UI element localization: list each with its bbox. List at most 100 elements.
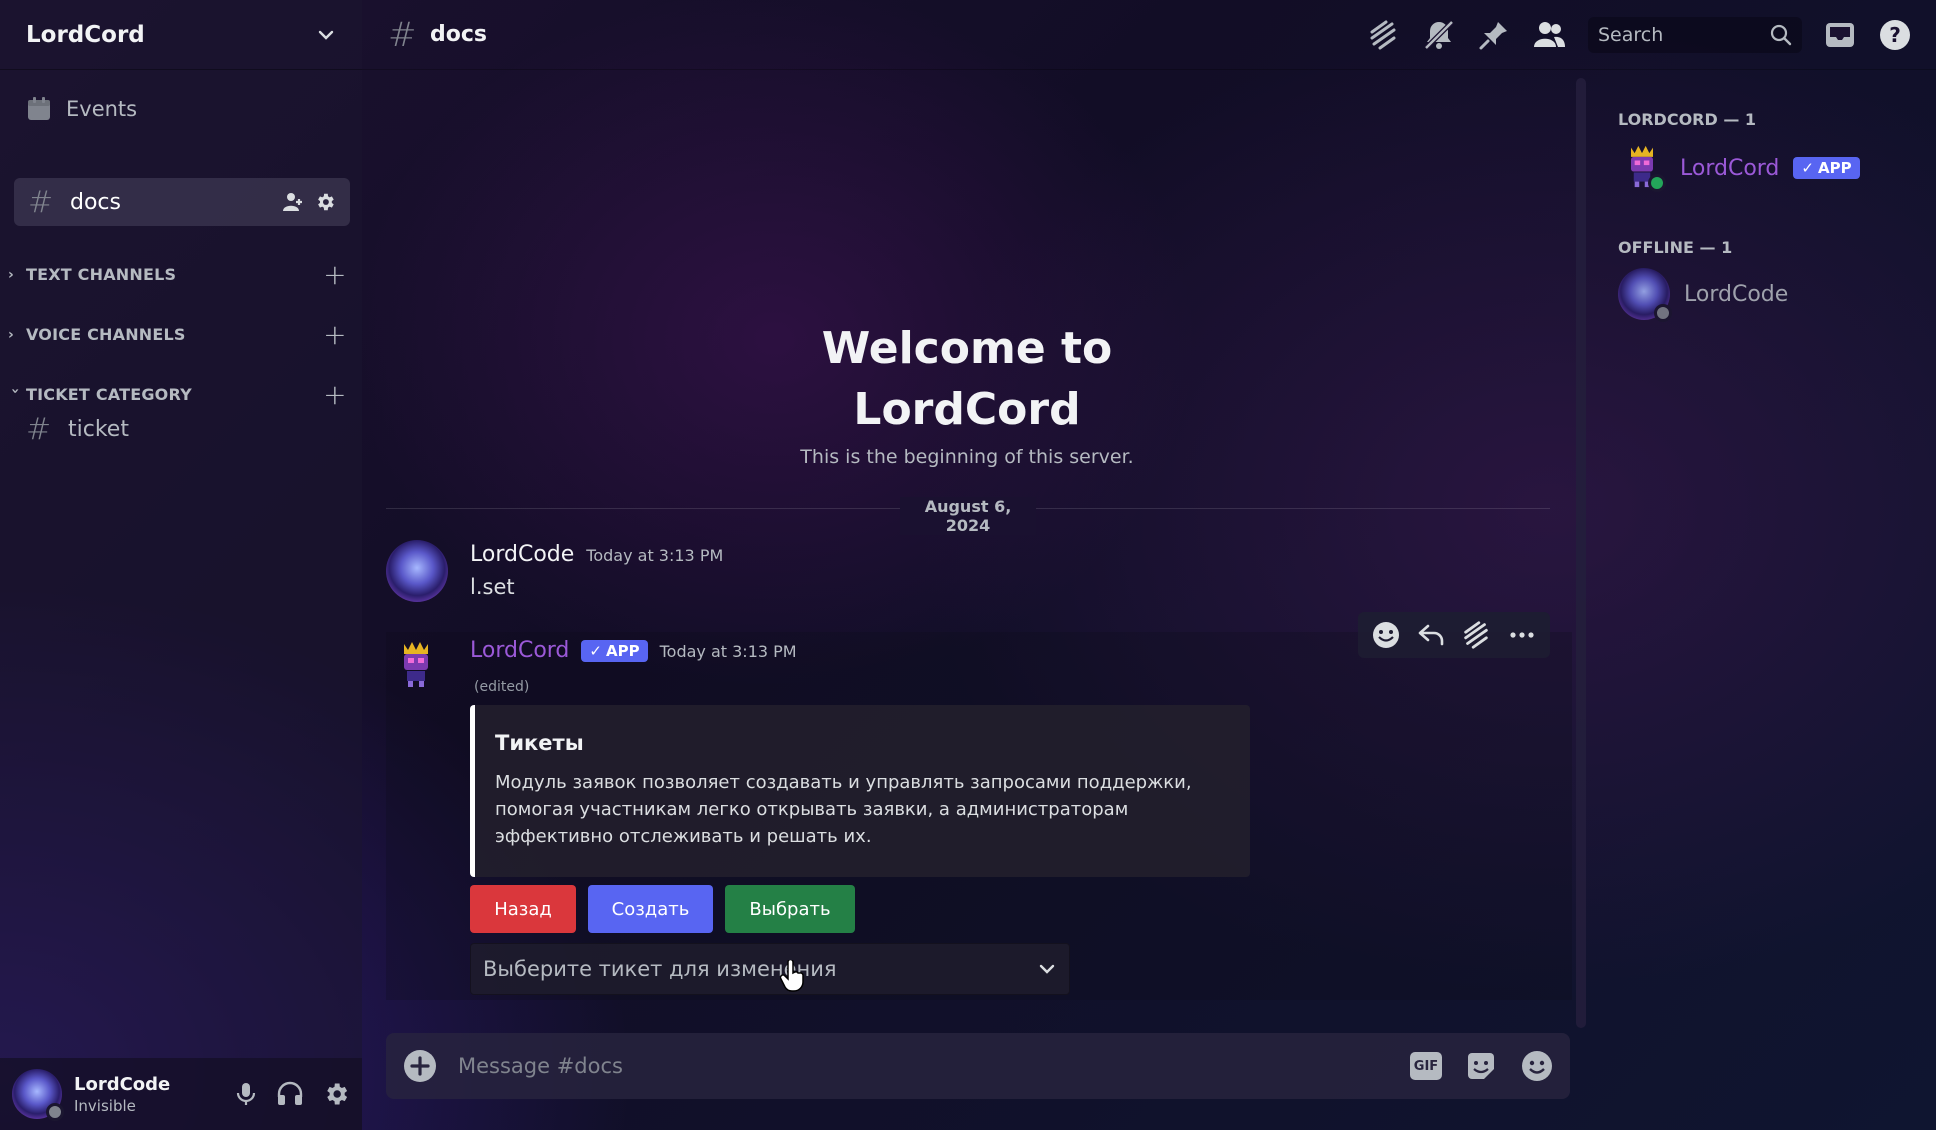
chevron-right-icon: › [8, 326, 14, 343]
member-list: LORDCORD — 1 LordCord ✓ APP OFFLINE — 1 L… [1592, 70, 1936, 1130]
avatar[interactable] [12, 1069, 64, 1121]
hand-cursor-icon [780, 960, 804, 992]
user-panel: LordCode Invisible [0, 1058, 362, 1130]
sidebar-item-ticket[interactable]: # ticket [26, 412, 129, 447]
more-options-icon[interactable] [1507, 620, 1537, 650]
category-label: TEXT CHANNELS [26, 265, 177, 284]
add-reaction-icon[interactable] [1371, 620, 1401, 650]
user-status: Invisible [74, 1096, 136, 1115]
channel-header: # docs Search ? [362, 0, 1936, 70]
user-meta[interactable]: LordCode Invisible [74, 1074, 234, 1115]
chevron-down-icon: › [7, 387, 23, 394]
member-list-icon[interactable] [1532, 19, 1566, 51]
settings-gear-icon[interactable] [322, 1080, 350, 1108]
gif-icon[interactable]: GIF [1410, 1052, 1442, 1080]
message-composer[interactable]: Message #docs GIF [386, 1033, 1570, 1099]
welcome-title-line: Welcome to [821, 323, 1113, 374]
avatar [1618, 268, 1672, 322]
edited-label: (edited) [474, 679, 530, 695]
search-input[interactable]: Search [1588, 16, 1802, 53]
search-icon [1770, 24, 1792, 45]
message-header: LordCord ✓ APP Today at 3:13 PM [470, 638, 797, 663]
reply-icon[interactable] [1416, 620, 1446, 650]
microphone-icon[interactable] [234, 1081, 258, 1107]
add-channel-icon[interactable]: + [322, 378, 348, 411]
headphones-icon[interactable] [276, 1081, 304, 1107]
channel-title: docs [430, 22, 487, 47]
category-ticket[interactable]: › TICKET CATEGORY + [7, 378, 348, 411]
app-badge: ✓ APP [581, 639, 648, 662]
hashtag-icon: # [388, 14, 417, 55]
search-placeholder: Search [1598, 23, 1664, 46]
server-name: LordCord [26, 21, 145, 48]
message-author[interactable]: LordCord [470, 638, 569, 663]
back-button[interactable]: Назад [470, 885, 576, 933]
gif-label: GIF [1413, 1058, 1439, 1074]
inbox-icon[interactable] [1824, 20, 1856, 50]
select-button[interactable]: Выбрать [725, 885, 855, 933]
category-voice-channels[interactable]: › VOICE CHANNELS + [8, 318, 348, 351]
member-category-offline: OFFLINE — 1 [1618, 238, 1733, 257]
message-timestamp: Today at 3:13 PM [659, 642, 797, 661]
create-button[interactable]: Создать [588, 885, 713, 933]
channel-label: docs [70, 189, 121, 215]
bot-avatar [1618, 144, 1666, 192]
username: LordCode [74, 1073, 171, 1095]
checkmark-icon: ✓ [589, 641, 602, 660]
chat-scrollbar[interactable] [1576, 78, 1586, 1028]
category-text-channels[interactable]: › TEXT CHANNELS + [8, 258, 348, 291]
server-header[interactable]: LordCord [0, 0, 362, 70]
message-embed: Тикеты Модуль заявок позволяет создавать… [470, 705, 1250, 877]
add-channel-icon[interactable]: + [322, 318, 348, 351]
emoji-icon[interactable] [1520, 1049, 1554, 1083]
app-badge: ✓ APP [1793, 157, 1860, 179]
ticket-select-dropdown[interactable]: Выберите тикет для изменения [470, 943, 1070, 995]
member-name: LordCode [1684, 281, 1789, 307]
message-actions-bar [1358, 612, 1550, 658]
svg-text:?: ? [1889, 23, 1901, 47]
bot-avatar-icon[interactable] [396, 640, 436, 688]
chevron-down-icon [1039, 964, 1055, 974]
pin-icon[interactable] [1478, 19, 1510, 51]
avatar[interactable] [386, 540, 448, 602]
member-item[interactable]: LordCord ✓ APP [1618, 144, 1860, 192]
events-item[interactable]: Events [26, 96, 137, 122]
member-name: LordCord [1680, 155, 1780, 181]
app-badge-label: APP [605, 641, 640, 660]
hashtag-icon: # [26, 412, 52, 447]
sticker-icon[interactable] [1464, 1049, 1498, 1083]
gear-icon[interactable] [314, 191, 336, 213]
invite-member-icon[interactable] [282, 191, 304, 213]
help-icon[interactable]: ? [1878, 18, 1912, 52]
welcome-title: Welcome to LordCord [362, 318, 1572, 440]
category-label: TICKET CATEGORY [26, 385, 192, 404]
message-content: l.set [470, 575, 515, 599]
add-attachment-icon[interactable] [402, 1048, 438, 1084]
app-badge-label: APP [1817, 159, 1852, 177]
welcome-subtitle: This is the beginning of this server. [800, 446, 1134, 468]
embed-title: Тикеты [495, 731, 584, 755]
checkmark-icon: ✓ [1801, 159, 1814, 177]
date-divider-label: August 6, 2024 [900, 497, 1036, 535]
message-input-placeholder: Message #docs [458, 1054, 623, 1078]
add-channel-icon[interactable]: + [322, 258, 348, 291]
notification-muted-icon[interactable] [1422, 18, 1456, 52]
message-author[interactable]: LordCode [470, 542, 574, 567]
message-timestamp: Today at 3:13 PM [586, 546, 724, 565]
embed-description: Модуль заявок позволяет создавать и упра… [495, 772, 1192, 847]
sidebar-item-docs[interactable]: # docs [14, 178, 350, 226]
events-label: Events [66, 97, 138, 121]
member-category-online: LORDCORD — 1 [1618, 110, 1757, 129]
chevron-right-icon: › [8, 266, 14, 283]
category-label: VOICE CHANNELS [26, 325, 186, 344]
channel-label: ticket [68, 417, 129, 442]
app-window: LordCord Events # docs › TEXT CHANNELS +… [0, 0, 1936, 1130]
threads-icon[interactable] [1366, 18, 1400, 52]
create-thread-icon[interactable] [1460, 619, 1492, 651]
message-header: LordCode Today at 3:13 PM [470, 542, 723, 567]
member-item[interactable]: LordCode [1618, 268, 1789, 322]
status-invisible-icon [46, 1103, 64, 1121]
channel-sidebar: LordCord Events # docs › TEXT CHANNELS +… [0, 0, 362, 1130]
status-online-icon [1648, 174, 1666, 192]
status-offline-icon [1654, 304, 1672, 322]
